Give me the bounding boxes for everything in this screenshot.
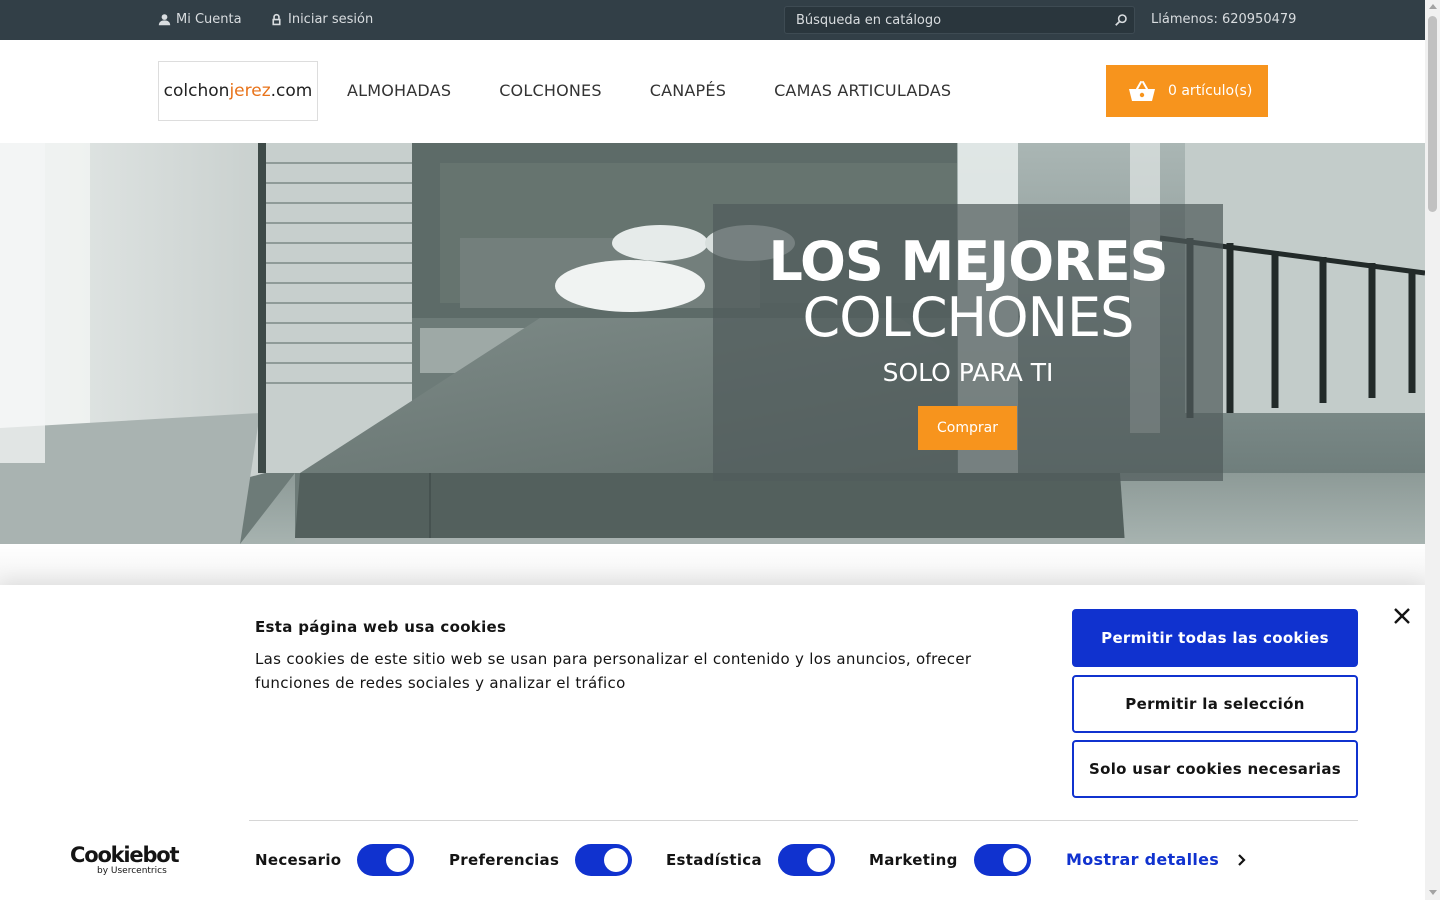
hero-title-line2: COLCHONES (802, 286, 1135, 349)
logo-text-1: colchon (163, 81, 230, 101)
toggle-label-marketing: Marketing (869, 851, 958, 869)
show-details-link[interactable]: Mostrar detalles (1066, 850, 1247, 869)
toggle-group-necesario: Necesario (255, 844, 415, 876)
site-header: colchon jerez .com ALMOHADAS COLCHONES CAN… (0, 40, 1425, 143)
search-box (784, 6, 1135, 34)
page-scrollbar[interactable] (1425, 0, 1440, 900)
page: Mi Cuenta Iniciar sesión Llámenos: 62095… (0, 0, 1440, 900)
logo-text-3: .com (270, 81, 313, 101)
toggle-preferencias[interactable] (575, 844, 633, 876)
nav-item-almohadas[interactable]: ALMOHADAS (347, 81, 451, 100)
search-icon[interactable] (1114, 13, 1128, 27)
hero-caption: LOS MEJORES COLCHONES SOLO PARA TI Compr… (713, 204, 1223, 481)
toggle-label-estadistica: Estadística (666, 851, 762, 869)
login-label: Iniciar sesión (288, 12, 374, 27)
hero-subtitle: SOLO PARA TI (882, 358, 1054, 387)
toggle-group-preferencias: Preferencias (449, 844, 633, 876)
close-icon[interactable] (1391, 605, 1413, 627)
toggle-label-necesario: Necesario (255, 851, 342, 869)
logo-text-2: jerez (229, 81, 271, 101)
cookiebot-brand: Cookiebot (70, 843, 180, 867)
allow-selection-button[interactable]: Permitir la selección (1072, 675, 1358, 733)
toggle-marketing[interactable] (973, 844, 1031, 876)
search-input[interactable] (785, 7, 1105, 33)
nav-item-canapes[interactable]: CANAPÉS (650, 81, 726, 100)
nav-item-colchones[interactable]: COLCHONES (499, 81, 602, 100)
lock-icon (272, 13, 281, 26)
necessary-only-button[interactable]: Solo usar cookies necesarias (1072, 740, 1358, 798)
toggle-knob (806, 848, 831, 872)
nav-item-camas-articuladas[interactable]: CAMAS ARTICULADAS (774, 81, 951, 100)
scroll-down-arrow-icon[interactable] (1429, 890, 1437, 895)
scrollbar-thumb[interactable] (1428, 16, 1437, 212)
login-link[interactable]: Iniciar sesión (270, 12, 373, 27)
toggle-label-preferencias: Preferencias (449, 851, 560, 869)
basket-icon (1129, 81, 1155, 101)
main-nav: ALMOHADAS COLCHONES CANAPÉS CAMAS ARTICU… (347, 81, 999, 100)
site-logo[interactable]: colchon jerez .com (158, 61, 318, 121)
toggle-knob (604, 848, 629, 872)
cookie-divider (249, 820, 1358, 821)
toggle-knob (1002, 848, 1027, 872)
cart-label: 0 artículo(s) (1168, 83, 1253, 99)
chevron-right-icon (1238, 853, 1246, 866)
cookie-description: Las cookies de este sitio web se usan pa… (255, 650, 972, 692)
buy-button[interactable]: Comprar (918, 406, 1017, 450)
show-details-label: Mostrar detalles (1066, 850, 1220, 869)
cart-button[interactable]: 0 artículo(s) (1106, 65, 1268, 117)
toggle-group-estadistica: Estadística (666, 844, 835, 876)
cookie-banner: Esta página web usa cookies Las cookies … (0, 585, 1425, 900)
hero-banner: LOS MEJORES COLCHONES SOLO PARA TI Compr… (0, 143, 1425, 544)
cookiebot-by: by Usercentrics (97, 866, 167, 876)
my-account-link[interactable]: Mi Cuenta (158, 12, 242, 27)
cookie-title: Esta página web usa cookies (255, 618, 507, 636)
cookiebot-logo[interactable]: Cookiebot by Usercentrics (70, 843, 180, 878)
phone-number: Llámenos: 620950479 (1151, 12, 1297, 27)
scroll-up-arrow-icon[interactable] (1429, 4, 1437, 9)
allow-all-cookies-button[interactable]: Permitir todas las cookies (1072, 609, 1358, 667)
hero-title-line1: LOS MEJORES (768, 230, 1168, 293)
toggle-group-marketing: Marketing (869, 844, 1031, 876)
toggle-estadistica[interactable] (777, 844, 835, 876)
toggle-knob (386, 848, 411, 872)
top-bar: Mi Cuenta Iniciar sesión Llámenos: 62095… (0, 0, 1425, 40)
user-icon (158, 14, 171, 26)
content-strip (0, 544, 1425, 588)
my-account-label: Mi Cuenta (176, 12, 242, 27)
toggle-necesario[interactable] (357, 844, 415, 876)
